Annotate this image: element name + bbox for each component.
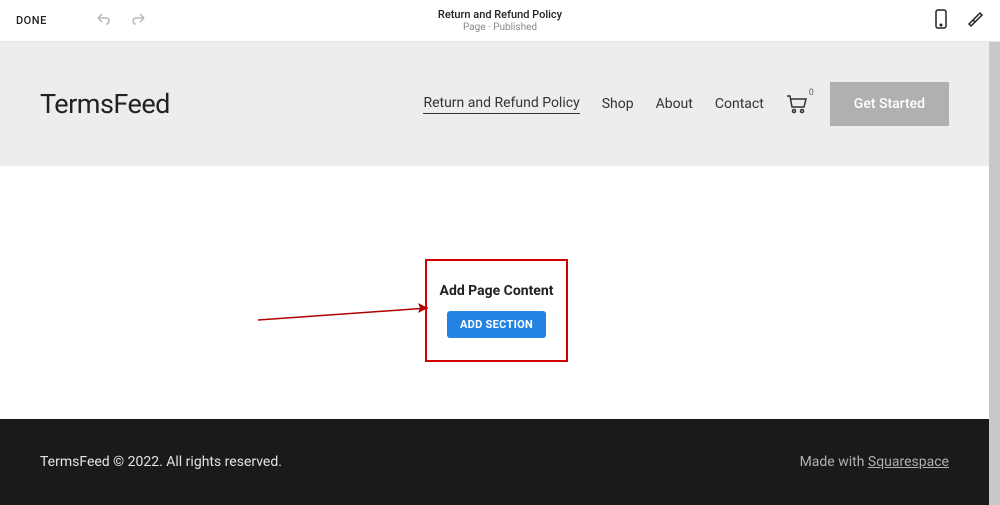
page-content-area: Add Page Content ADD SECTION [0, 166, 989, 419]
mobile-preview-icon[interactable] [934, 9, 948, 33]
nav-links: Return and Refund Policy Shop About Cont… [423, 95, 763, 114]
editor-center-info: Return and Refund Policy Page · Publishe… [438, 8, 562, 33]
site-footer: TermsFeed © 2022. All rights reserved. M… [0, 419, 989, 505]
add-section-button[interactable]: ADD SECTION [447, 311, 546, 338]
nav-link-shop[interactable]: Shop [602, 96, 634, 112]
scrollbar-thumb[interactable] [989, 42, 1000, 505]
nav-area: Return and Refund Policy Shop About Cont… [423, 82, 949, 126]
add-content-highlight: Add Page Content ADD SECTION [425, 259, 568, 362]
nav-link-about[interactable]: About [656, 96, 693, 112]
cart-icon [786, 94, 808, 114]
get-started-button[interactable]: Get Started [830, 82, 949, 126]
redo-icon[interactable] [131, 11, 147, 30]
add-content-heading: Add Page Content [440, 283, 554, 299]
site-logo[interactable]: TermsFeed [40, 88, 170, 120]
editor-right-controls [934, 9, 984, 33]
editor-page-title: Return and Refund Policy [438, 8, 562, 21]
vertical-scrollbar[interactable] [989, 42, 1000, 505]
footer-made-with: Made with Squarespace [800, 454, 949, 470]
nav-link-contact[interactable]: Contact [715, 96, 764, 112]
nav-link-return-refund[interactable]: Return and Refund Policy [423, 95, 579, 114]
footer-copyright: TermsFeed © 2022. All rights reserved. [40, 454, 282, 470]
paint-brush-icon[interactable] [966, 10, 984, 32]
cart-count-badge: 0 [809, 88, 814, 98]
arrow-annotation-icon [258, 298, 436, 328]
editor-left-controls: DONE [16, 11, 147, 30]
cart-button[interactable]: 0 [786, 94, 808, 114]
footer-made-with-text: Made with [800, 454, 868, 470]
editor-top-bar: DONE Return and Refund Policy Page · Pub… [0, 0, 1000, 42]
undo-redo-group [95, 11, 147, 30]
editor-page-status: Page · Published [438, 22, 562, 33]
site-header: TermsFeed Return and Refund Policy Shop … [0, 42, 989, 166]
undo-icon[interactable] [95, 11, 111, 30]
footer-squarespace-link[interactable]: Squarespace [868, 454, 949, 470]
done-button[interactable]: DONE [16, 14, 47, 27]
